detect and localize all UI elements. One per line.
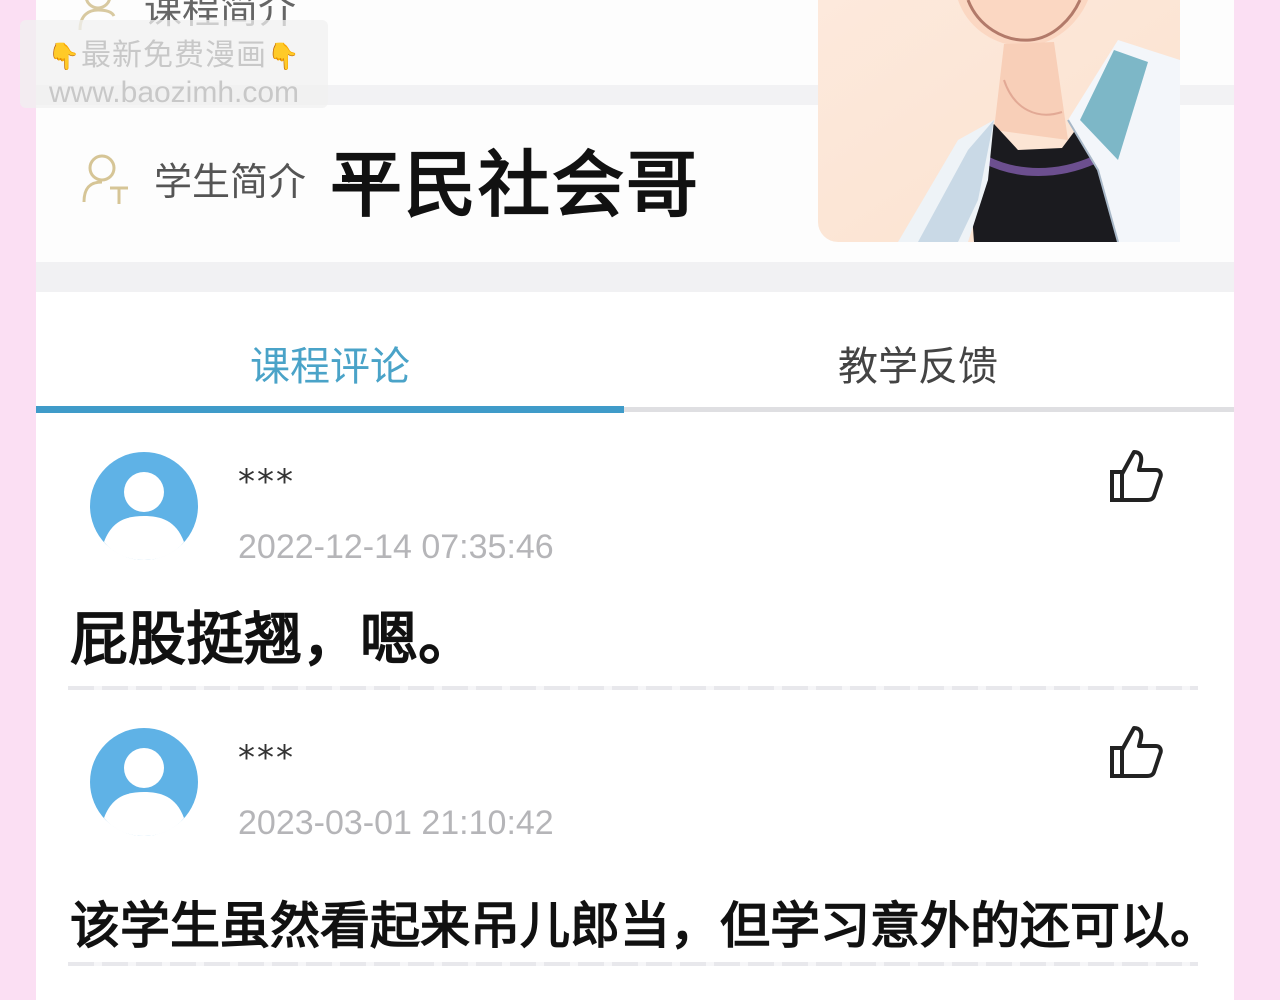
- strike-mark: [342, 175, 380, 182]
- watermark-text: 最新免费漫画: [81, 38, 267, 73]
- comment-timestamp: 2023-03-01 21:10:42: [238, 804, 554, 842]
- tab-course-comments[interactable]: 课程评论: [250, 334, 410, 392]
- comment-timestamp: 2022-12-14 07:35:46: [238, 528, 554, 566]
- thumbs-up-icon[interactable]: [1106, 446, 1164, 504]
- student-nickname: 平民社会哥: [330, 142, 701, 227]
- watermark-url: www.baozimh.com: [48, 76, 300, 109]
- comment-text: 该学生虽然看起来吊儿郎当，但学习意外的还可以。: [70, 897, 1220, 955]
- character-illustration: [818, 0, 1180, 242]
- watermark: 👇最新免费漫画👇 www.baozimh.com: [20, 20, 328, 109]
- avatar-icon: [90, 728, 198, 836]
- avatar-icon: [90, 452, 198, 560]
- comment-username: ***: [238, 462, 295, 502]
- student-intro-label: 学生简介: [154, 159, 307, 204]
- pointing-down-icon: 👇: [47, 42, 81, 72]
- pointing-down-icon: 👇: [267, 42, 301, 72]
- comment-divider: [68, 686, 1198, 690]
- comment-item: *** 2023-03-01 21:10:42 该学生虽然看起来吊儿郎当，但学习…: [36, 716, 1234, 966]
- comment-divider: [68, 962, 1198, 966]
- student-intro-row[interactable]: 学生简介 平民社会哥: [80, 138, 700, 227]
- comment-username: ***: [238, 738, 295, 778]
- section-gap: [36, 262, 1234, 292]
- tab-teaching-feedback[interactable]: 教学反馈: [838, 334, 998, 392]
- watermark-line-1: 👇最新免费漫画👇: [20, 30, 328, 74]
- comment-text: 屁股挺翘，嗯。: [70, 605, 477, 673]
- app-panel: 课程简介 学生简介 平民社会哥 课程评论 教学反馈 *** 2022-12-14…: [36, 0, 1234, 1000]
- tab-active-indicator: [36, 406, 624, 413]
- tab-bar: 课程评论 教学反馈: [36, 292, 1234, 414]
- comment-item: *** 2022-12-14 07:35:46 屁股挺翘，嗯。: [36, 440, 1234, 690]
- thumbs-up-icon[interactable]: [1106, 722, 1164, 780]
- student-icon: [82, 154, 128, 204]
